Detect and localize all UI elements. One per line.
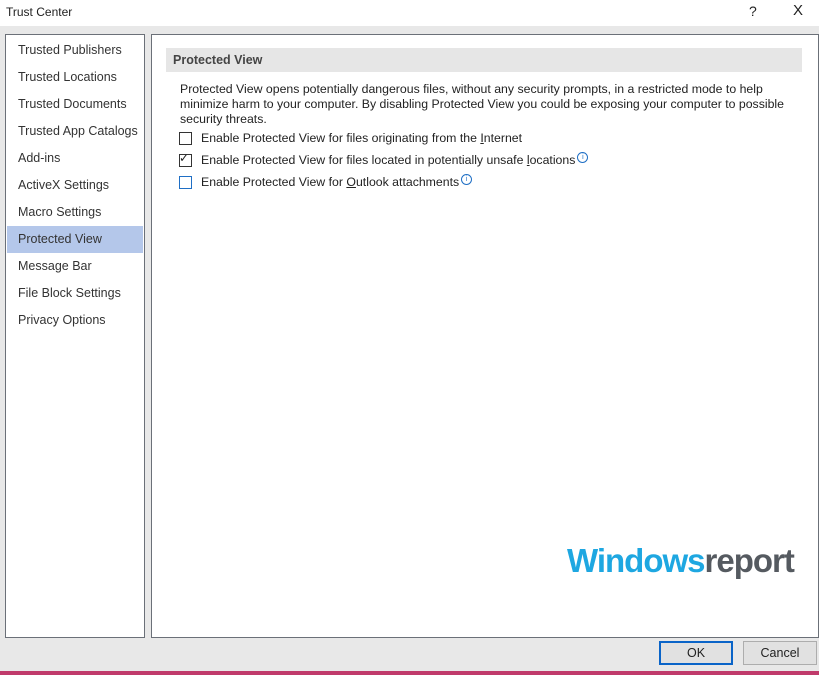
checkbox-outlook[interactable]	[179, 175, 192, 189]
sidebar-item-trusted-app-catalogs[interactable]: Trusted App Catalogs	[6, 118, 144, 145]
option-unsafe-locations[interactable]: ✓ Enable Protected View for files locate…	[179, 150, 589, 168]
close-icon[interactable]: X	[793, 2, 803, 19]
ok-button[interactable]: OK	[659, 641, 733, 665]
help-icon[interactable]: ?	[749, 3, 757, 19]
sidebar-item-protected-view[interactable]: Protected View	[7, 226, 143, 253]
description: Protected View opens potentially dangero…	[180, 82, 784, 126]
option-label: Enable Protected View for files located …	[201, 153, 576, 167]
checkmark-icon: ✓	[179, 150, 190, 165]
info-icon[interactable]: i	[461, 173, 473, 185]
sidebar: Trusted Publishers Trusted Locations Tru…	[5, 34, 145, 638]
sidebar-item-trusted-locations[interactable]: Trusted Locations	[6, 64, 144, 91]
section-title: Protected View	[166, 48, 802, 72]
checkbox-internet[interactable]	[179, 131, 192, 145]
cancel-button[interactable]: Cancel	[743, 641, 817, 665]
watermark-logo: Windowsreport	[567, 542, 795, 579]
option-label: Enable Protected View for Outlook attach…	[201, 175, 460, 189]
option-internet[interactable]: Enable Protected View for files originat…	[179, 130, 522, 146]
taskbar-edge	[0, 671, 819, 675]
sidebar-item-add-ins[interactable]: Add-ins	[6, 145, 144, 172]
window-title: Trust Center	[6, 5, 73, 19]
title-bar: Trust Center ? X	[0, 0, 819, 26]
sidebar-item-file-block-settings[interactable]: File Block Settings	[6, 280, 144, 307]
checkbox-unsafe-locations[interactable]: ✓	[179, 150, 192, 167]
sidebar-item-trusted-publishers[interactable]: Trusted Publishers	[6, 37, 144, 64]
info-icon[interactable]: i	[577, 151, 589, 163]
main-panel: Protected View Protected View opens pote…	[151, 34, 819, 638]
sidebar-item-macro-settings[interactable]: Macro Settings	[6, 199, 144, 226]
option-outlook[interactable]: Enable Protected View for Outlook attach…	[179, 173, 473, 190]
option-label: Enable Protected View for files originat…	[201, 131, 523, 145]
sidebar-item-activex-settings[interactable]: ActiveX Settings	[6, 172, 144, 199]
sidebar-item-message-bar[interactable]: Message Bar	[6, 253, 144, 280]
sidebar-item-privacy-options[interactable]: Privacy Options	[6, 307, 144, 334]
sidebar-item-trusted-documents[interactable]: Trusted Documents	[6, 91, 144, 118]
